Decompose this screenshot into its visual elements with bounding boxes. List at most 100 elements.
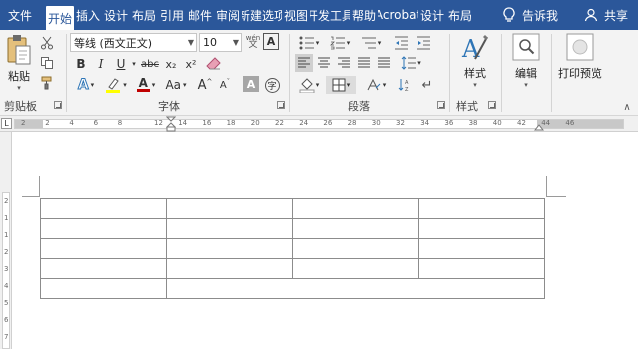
tab-table-design[interactable]: 设计 xyxy=(418,0,446,30)
sort-button[interactable]: AZ xyxy=(396,76,414,94)
increase-indent-button[interactable] xyxy=(414,34,432,52)
table-cell[interactable] xyxy=(166,238,293,259)
multilevel-list-button[interactable]: ▾ xyxy=(357,34,385,52)
superscript-button[interactable]: x² xyxy=(182,55,200,73)
vertical-ruler-track: 2 1 1 2 3 4 5 6 7 xyxy=(2,192,10,349)
highlight-button[interactable]: ▾ xyxy=(102,76,130,94)
copy-button[interactable] xyxy=(38,54,56,72)
styles-launcher[interactable] xyxy=(488,101,496,109)
font-color-button[interactable]: A ▾ xyxy=(132,76,160,94)
table-cell[interactable] xyxy=(40,238,167,259)
strikethrough-button[interactable]: abc xyxy=(140,55,160,73)
clipboard-launcher[interactable] xyxy=(54,101,62,109)
table-cell[interactable] xyxy=(166,258,293,279)
format-painter-button[interactable] xyxy=(38,74,56,92)
align-left-button[interactable] xyxy=(295,54,313,72)
tab-acrobat[interactable]: Acrobat xyxy=(378,0,418,30)
collapse-ribbon-button[interactable]: ∧ xyxy=(620,102,634,113)
bold-button[interactable]: B xyxy=(72,55,90,73)
tell-me-button[interactable]: 告诉我 xyxy=(502,7,558,24)
justify-button[interactable] xyxy=(355,54,373,72)
paste-button[interactable]: 粘贴 ▾ xyxy=(4,34,34,92)
italic-button[interactable]: I xyxy=(92,55,110,73)
tab-new-options[interactable]: 新建选项 xyxy=(242,0,282,30)
table-cell[interactable] xyxy=(292,238,419,259)
tab-insert[interactable]: 插入 xyxy=(74,0,102,30)
shading-button[interactable]: ▾ xyxy=(295,76,323,94)
chevron-down-icon: ▼ xyxy=(187,38,194,47)
phonetic-guide-button[interactable]: wén 文 xyxy=(245,33,261,51)
character-border-button[interactable]: A xyxy=(263,33,279,50)
editing-button[interactable]: 编辑 ▾ xyxy=(507,33,545,91)
table-cell[interactable] xyxy=(418,258,545,279)
right-indent-marker[interactable] xyxy=(534,119,544,131)
align-right-button[interactable] xyxy=(335,54,353,72)
chevron-down-icon: ▾ xyxy=(151,81,156,89)
right-indent-icon xyxy=(534,119,544,131)
table-cell[interactable] xyxy=(40,198,167,219)
ruler-number: 6 xyxy=(93,119,99,127)
tab-mailings[interactable]: 邮件 xyxy=(186,0,214,30)
underline-button[interactable]: U xyxy=(112,55,130,73)
tab-view[interactable]: 视图 xyxy=(282,0,310,30)
character-shading-button[interactable]: A xyxy=(243,76,259,92)
numbering-button[interactable]: ▾ xyxy=(326,34,354,52)
enclose-characters-button[interactable]: 字 xyxy=(263,76,281,94)
bullets-button[interactable]: ▾ xyxy=(295,34,323,52)
font-launcher[interactable] xyxy=(277,101,285,109)
share-button[interactable]: 共享 xyxy=(584,7,628,24)
tab-design[interactable]: 设计 xyxy=(102,0,130,30)
table-cell[interactable] xyxy=(166,278,545,299)
chevron-down-icon[interactable]: ▾ xyxy=(130,55,138,73)
align-right-icon xyxy=(337,57,351,69)
tab-references[interactable]: 引用 xyxy=(158,0,186,30)
change-case-button[interactable]: Aa ▾ xyxy=(162,76,190,94)
table-cell[interactable] xyxy=(418,218,545,239)
distributed-button[interactable] xyxy=(375,54,393,72)
chevron-down-icon: ▾ xyxy=(473,81,477,89)
styles-button[interactable]: A 样式 ▾ xyxy=(456,33,494,91)
table-cell[interactable] xyxy=(292,258,419,279)
table-cell[interactable] xyxy=(292,218,419,239)
shrink-font-button[interactable]: Aˇ xyxy=(216,76,234,94)
pilcrow-icon: ↵ xyxy=(421,77,433,93)
font-size-combo[interactable]: 10 ▼ xyxy=(199,33,242,52)
borders-button[interactable]: ▾ xyxy=(326,76,356,94)
decrease-indent-button[interactable] xyxy=(392,34,410,52)
clear-formatting-button[interactable] xyxy=(204,55,224,73)
chinese-layout-button[interactable]: ▾ xyxy=(362,76,390,94)
show-marks-button[interactable]: ↵ xyxy=(418,76,436,94)
page[interactable] xyxy=(12,132,638,349)
font-name-combo[interactable]: 等线 (西文正文) ▼ xyxy=(70,33,197,52)
grow-font-button[interactable]: A ^ xyxy=(196,76,214,94)
tab-review[interactable]: 审阅 xyxy=(214,0,242,30)
tab-table-layout[interactable]: 布局 xyxy=(446,0,474,30)
ruler-track[interactable]: 2 2 4 6 8 12 14 16 18 20 22 24 26 28 30 32 34 36 38 40 42 44 4… xyxy=(14,119,624,129)
line-spacing-button[interactable]: ▾ xyxy=(398,54,424,72)
ruler-number: 32 xyxy=(396,119,405,127)
table-cell[interactable] xyxy=(40,258,167,279)
table-cell[interactable] xyxy=(166,198,293,219)
subscript-button[interactable]: x₂ xyxy=(162,55,180,73)
tab-help[interactable]: 帮助 xyxy=(350,0,378,30)
tab-layout[interactable]: 布局 xyxy=(130,0,158,30)
tab-home[interactable]: 开始 xyxy=(46,6,74,30)
table-cell[interactable] xyxy=(40,278,167,299)
cut-button[interactable] xyxy=(38,34,56,52)
print-preview-button[interactable]: 打印预览 xyxy=(555,33,605,91)
table-cell[interactable] xyxy=(40,218,167,239)
align-center-button[interactable] xyxy=(315,54,333,72)
table-cell[interactable] xyxy=(166,218,293,239)
tab-file[interactable]: 文件 xyxy=(0,0,40,30)
tab-selector-button[interactable]: L xyxy=(1,118,12,129)
indent-marker[interactable] xyxy=(166,116,176,132)
distributed-icon xyxy=(377,57,391,69)
table-cell[interactable] xyxy=(418,238,545,259)
table-cell[interactable] xyxy=(292,198,419,219)
document-table[interactable] xyxy=(40,198,545,299)
chevron-down-icon: ▾ xyxy=(417,59,421,67)
tab-developer[interactable]: 开发工具 xyxy=(310,0,350,30)
table-cell[interactable] xyxy=(418,198,545,219)
paragraph-launcher[interactable] xyxy=(437,101,445,109)
text-effects-button[interactable]: A ▾ xyxy=(72,76,100,94)
